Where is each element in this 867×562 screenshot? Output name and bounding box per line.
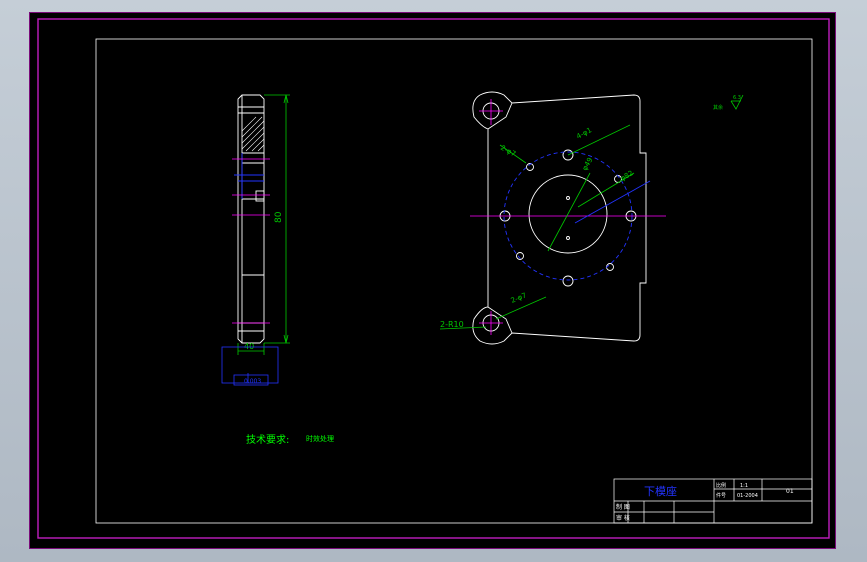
dim-thickness-label: 40 <box>244 342 254 351</box>
flatness-value: 0.003 <box>244 378 261 385</box>
cad-drawing: 80 40 0.003 2-φ7 4-φ1 φ49 φ82 2-R10 2-φ7… <box>37 18 830 539</box>
tb-r1c1: 比例 <box>716 482 726 489</box>
side-hidden-lines <box>234 153 264 199</box>
dim-radius: 2-R10 <box>440 320 464 329</box>
tb-r1c2: 1:1 <box>740 483 748 489</box>
tb-checker: 审 核 <box>616 514 630 522</box>
tb-r2c1: 件号 <box>716 492 726 499</box>
drawing-frame <box>95 38 813 524</box>
tb-sheet: 01 <box>786 488 794 495</box>
tb-designer: 制 图 <box>616 503 630 511</box>
drawing-sheet: 80 40 0.003 2-φ7 4-φ1 φ49 φ82 2-R10 2-φ7… <box>29 12 836 549</box>
dim-circle-big: φ49 <box>581 156 595 172</box>
tb-r2c2: 01-2004 <box>737 493 758 499</box>
dim-circle-pcd: φ82 <box>619 169 635 183</box>
side-view <box>237 94 265 344</box>
roughness-value: 6.3 <box>733 95 741 101</box>
dim-hole-bottom: 2-φ7 <box>510 291 528 304</box>
part-name: 下模座 <box>644 484 677 498</box>
dim-hole4: 4-φ1 <box>575 126 593 141</box>
roughness-prefix: 其余 <box>713 104 723 111</box>
plan-centerlines <box>470 99 666 335</box>
outer-border <box>37 18 830 539</box>
tech-req-label: 技术要求: <box>246 433 289 446</box>
dim-height-label: 80 <box>274 211 284 223</box>
tech-req-text: 时效处理 <box>306 434 334 443</box>
section-hatch <box>241 116 265 152</box>
dim-slot: 2-φ7 <box>499 144 517 159</box>
